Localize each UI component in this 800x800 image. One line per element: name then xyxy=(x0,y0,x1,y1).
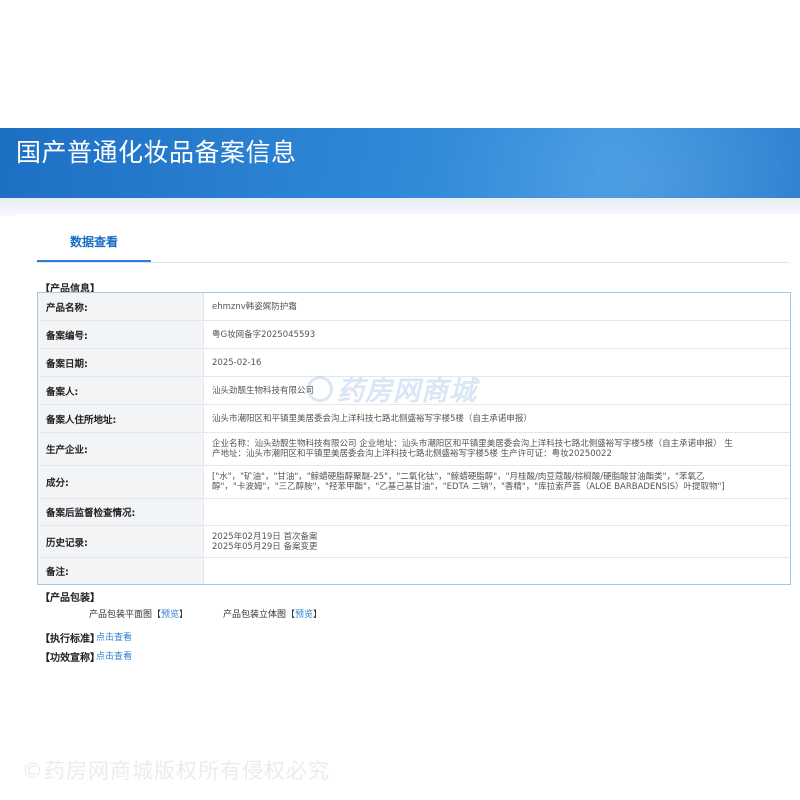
page-title: 国产普通化妆品备案信息 xyxy=(16,138,297,167)
section-title-efficacy: 【功效宣称】 xyxy=(40,653,100,664)
table-row: 备案编号: 粤G妆网备字2025045593 xyxy=(38,321,790,349)
table-row: 历史记录: 2025年02月19日 首次备案 2025年05月29日 备案变更 xyxy=(38,526,790,558)
packaging-flat: 产品包装平面图【预览】 xyxy=(89,610,189,620)
packaging-solid-preview-link[interactable]: 预览 xyxy=(295,610,313,620)
row-label: 生产企业: xyxy=(38,433,204,465)
packaging-solid: 产品包装立体图【预览】 xyxy=(223,610,323,620)
table-row: 生产企业: 企业名称：汕头劲靓生物科技有限公司 企业地址：汕头市潮阳区和平镇里美… xyxy=(38,433,790,466)
product-info-table: 产品名称: ehmznv韩姿娓防护霜 备案编号: 粤G妆网备字202504559… xyxy=(37,292,791,585)
row-label: 成分: xyxy=(38,466,204,498)
row-label: 备案编号: xyxy=(38,321,204,348)
watermark-text: 药房网商城 xyxy=(337,376,477,407)
table-row: 备案后监督检查情况: xyxy=(38,499,790,526)
table-row: 产品名称: ehmznv韩姿娓防护霜 xyxy=(38,293,790,321)
row-value: 汕头市潮阳区和平镇里美居委会沟上洋科技七路北侧盛裕写字楼5楼（自主承诺申报） xyxy=(212,413,532,424)
tab-divider xyxy=(37,262,789,263)
packaging-solid-label: 产品包装立体图 xyxy=(223,610,287,620)
watermark-logo: 药房网商城 xyxy=(307,369,477,408)
row-value: 汕头劲靓生物科技有限公司 xyxy=(212,385,315,396)
row-label: 历史记录: xyxy=(38,526,204,557)
section-title-packaging: 【产品包装】 xyxy=(40,593,100,604)
table-row: 备案人住所地址: 汕头市潮阳区和平镇里美居委会沟上洋科技七路北侧盛裕写字楼5楼（… xyxy=(38,405,790,433)
row-value: 粤G妆网备字2025045593 xyxy=(212,329,316,340)
row-value: 企业名称：汕头劲靓生物科技有限公司 企业地址：汕头市潮阳区和平镇里美居委会沟上洋… xyxy=(212,439,733,459)
row-value: 2025-02-16 xyxy=(212,357,262,368)
row-value: ["水"，"矿油"，"甘油"，"鲸蜡硬脂醇聚醚-25"，"二氧化钛"，"鲸蜡硬脂… xyxy=(212,472,725,492)
section-title-standard: 【执行标准】 xyxy=(40,634,100,645)
row-label: 备案日期: xyxy=(38,349,204,376)
row-value: ehmznv韩姿娓防护霜 xyxy=(212,301,297,312)
row-value xyxy=(204,558,790,584)
row-label: 备案人: xyxy=(38,377,204,404)
row-value xyxy=(204,499,790,525)
efficacy-view-link[interactable]: 点击查看 xyxy=(96,649,132,662)
tab-data-view[interactable]: 数据查看 xyxy=(37,228,151,262)
copyright-watermark: ©药房网商城版权所有侵权必究 xyxy=(22,759,330,783)
row-label: 备案后监督检查情况: xyxy=(38,499,204,525)
page-banner: 国产普通化妆品备案信息 xyxy=(0,128,800,198)
row-value: 2025年02月19日 首次备案 2025年05月29日 备案变更 xyxy=(212,531,318,552)
packaging-flat-label: 产品包装平面图 xyxy=(89,610,153,620)
table-row: 备注: xyxy=(38,558,790,584)
standard-view-link[interactable]: 点击查看 xyxy=(96,630,132,643)
row-label: 备案人住所地址: xyxy=(38,405,204,432)
packaging-flat-preview-link[interactable]: 预览 xyxy=(161,610,179,620)
table-row: 成分: ["水"，"矿油"，"甘油"，"鲸蜡硬脂醇聚醚-25"，"二氧化钛"，"… xyxy=(38,466,790,499)
watermark-logo-icon xyxy=(307,375,333,402)
row-label: 产品名称: xyxy=(38,293,204,320)
row-label: 备注: xyxy=(38,558,204,584)
